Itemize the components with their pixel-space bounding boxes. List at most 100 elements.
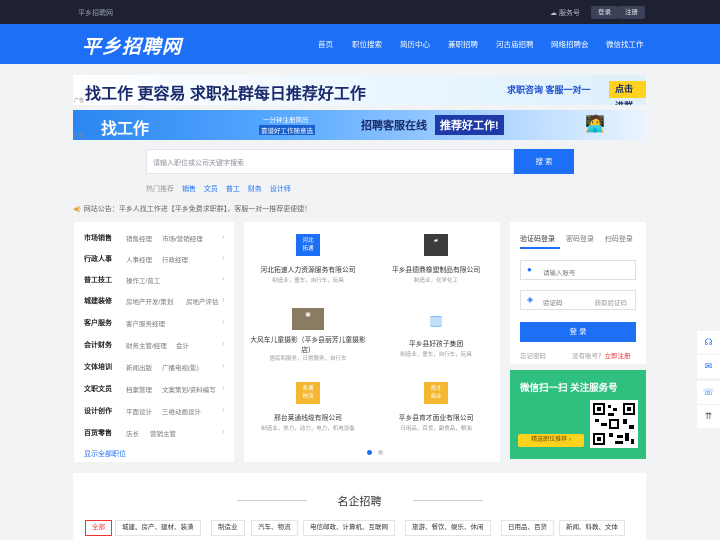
category-row[interactable]: 城建装修 房地产开发/策划 房地产评估 ›: [74, 289, 234, 310]
company-name[interactable]: 平乡县育才面业有限公司: [376, 412, 496, 422]
chevron-right-icon: ›: [222, 317, 225, 326]
code-field[interactable]: ◈ 验证码 获取验证码: [520, 290, 636, 310]
hot-keyword[interactable]: 文员: [204, 186, 218, 193]
company-name[interactable]: 平乡县好孩子集团: [376, 338, 496, 348]
register-now-link[interactable]: 立即注册: [605, 353, 631, 360]
service-account-link[interactable]: ☁ 服务号: [550, 8, 580, 18]
qr-code-icon: [590, 400, 638, 448]
site-logo[interactable]: 平乡招聘网: [82, 32, 182, 59]
forgot-password-link[interactable]: 忘记密码: [520, 350, 546, 360]
category-row[interactable]: 设计创作 平面设计 三维动画设计 ›: [74, 399, 234, 420]
search-button[interactable]: 搜 索: [514, 149, 574, 174]
service-label: 服务号: [558, 10, 580, 17]
category-sub[interactable]: 房地产开发/策划: [126, 296, 173, 306]
nav-job-fair[interactable]: 网络招聘会: [551, 39, 589, 50]
category-sub[interactable]: 平面设计: [126, 406, 152, 416]
carousel-dot[interactable]: [378, 450, 383, 455]
phone-icon[interactable]: ☏: [697, 381, 720, 404]
carousel-dot[interactable]: [367, 450, 372, 455]
category-sub[interactable]: 客户服务经理: [126, 318, 165, 328]
banner-cta[interactable]: 点击进群: [609, 81, 646, 105]
company-card[interactable]: 河北 拓通 河北拓速人力资源服务有限公司 制造业，童车，自行车，玩具: [244, 222, 372, 296]
banner-headline: 找工作 更容易 求职社群每日推荐好工作: [85, 86, 366, 103]
register-button[interactable]: 注册: [618, 6, 645, 19]
company-tags: 日用品，百货，副食品，粮油: [400, 426, 472, 432]
nav-part-time[interactable]: 兼职招聘: [448, 39, 478, 50]
login-button[interactable]: 登录: [591, 6, 618, 19]
tab-password-login[interactable]: 密码登录: [566, 236, 594, 243]
chevron-right-icon: ›: [222, 232, 225, 241]
login-submit-button[interactable]: 登 录: [520, 322, 636, 342]
banner2-headline: 找工作: [101, 121, 150, 138]
tab-code-login[interactable]: 验证码登录: [520, 236, 555, 243]
industry-filter[interactable]: 汽车、物流: [251, 520, 298, 536]
industry-filter[interactable]: 制造业: [211, 520, 245, 536]
company-name[interactable]: 邢台莱通线缆有限公司: [248, 412, 368, 422]
category-sub[interactable]: 市场/营销经理: [162, 233, 203, 243]
company-card[interactable]: ▥ 平乡县好孩子集团 制造业，童车，自行车，玩具: [372, 296, 500, 370]
hot-keyword[interactable]: 设计师: [270, 186, 291, 193]
industry-filter-all[interactable]: 全部: [85, 520, 112, 536]
category-sub[interactable]: 文案策划/资料编写: [162, 384, 216, 394]
category-row[interactable]: 会计财务 财务主管/经理 会计 ›: [74, 333, 234, 354]
category-title: 会计财务: [84, 342, 112, 349]
banner2-sub1: 一分钟注册简历: [263, 117, 309, 124]
category-sub[interactable]: 财务主管/经理: [126, 340, 167, 350]
nav-hegumiao[interactable]: 河古庙招聘: [496, 39, 534, 50]
account-field[interactable]: ● 请输入账号: [520, 260, 636, 280]
category-sub[interactable]: 房地产评估: [186, 296, 219, 306]
company-name[interactable]: 大风车儿童摄影（平乡县丽芳儿童摄影店）: [248, 334, 368, 354]
company-name[interactable]: 平乡县德鼎橡塑制品有限公司: [376, 264, 496, 274]
category-row[interactable]: 文体培训 新闻出版 广播电视(影) ›: [74, 355, 234, 376]
wechat-icon[interactable]: ✉: [697, 355, 720, 378]
category-sub[interactable]: 三维动画设计: [162, 406, 201, 416]
category-row[interactable]: 文职文员 档案管理 文案策划/资料编写 ›: [74, 377, 234, 398]
category-sub[interactable]: 销售经理: [126, 233, 152, 243]
category-sub[interactable]: 会计: [176, 340, 189, 350]
company-name[interactable]: 河北拓速人力资源服务有限公司: [248, 264, 368, 274]
back-to-top-icon[interactable]: ⇈: [697, 405, 720, 428]
category-sub[interactable]: 档案管理: [126, 384, 152, 394]
hot-keyword[interactable]: 销售: [182, 186, 196, 193]
industry-filter[interactable]: 电信邮政、计算机、互联网: [303, 520, 395, 536]
search-input[interactable]: 请输入职位或公司关键字搜索: [146, 149, 514, 174]
ad-banner-service[interactable]: 找工作 一分钟注册简历 靠谱好工作随意选 招聘客服在线 推荐好工作! 🧑‍💻 广…: [73, 110, 646, 140]
category-sub[interactable]: 人事经理: [126, 254, 152, 264]
nav-job-search[interactable]: 职位搜索: [352, 39, 382, 50]
nav-wechat-jobs[interactable]: 微信找工作: [606, 39, 644, 50]
category-sub[interactable]: 店长: [126, 428, 139, 438]
tab-qr-login[interactable]: 扫码登录: [605, 236, 633, 243]
industry-filter[interactable]: 旅游、餐饮、娱乐、休闲: [405, 520, 491, 536]
category-row[interactable]: 百货零售 店长 营销主管 ›: [74, 421, 234, 442]
company-card[interactable]: ▰ 平乡县德鼎橡塑制品有限公司 制造业，化学化工: [372, 222, 500, 296]
wechat-promo[interactable]: 微信扫一扫 关注服务号 精选职位推荐 ›: [510, 370, 646, 459]
company-card[interactable]: ▣ 大风车儿童摄影（平乡县丽芳儿童摄影店） 居民和服务，日常服务，自行车: [244, 296, 372, 370]
building-icon: ▥: [424, 308, 448, 330]
notice-text[interactable]: 网站公告：平乡人找工作进【平乡免费求职群】，客服一对一推荐更便捷！: [84, 206, 312, 213]
featured-jobs-button[interactable]: 精选职位推荐 ›: [518, 434, 584, 447]
hot-keyword[interactable]: 普工: [226, 186, 240, 193]
category-row[interactable]: 客户服务 客户服务经理 ›: [74, 311, 234, 332]
category-sub[interactable]: 广播电视(影): [162, 362, 199, 372]
category-row[interactable]: 普工技工 操作工/普工 ›: [74, 268, 234, 289]
get-code-button[interactable]: 获取验证码: [595, 297, 628, 307]
nav-resume-center[interactable]: 简历中心: [400, 39, 430, 50]
company-card[interactable]: 育才 商业 平乡县育才面业有限公司 日用品，百货，副食品，粮油: [372, 370, 500, 444]
ad-banner-community[interactable]: 找工作 更容易 求职社群每日推荐好工作 求职咨询 客服一对一 点击进群 广告: [73, 75, 646, 105]
company-card[interactable]: 系通 物流 邢台莱通线缆有限公司 制造业，热力，动力，电力，机电设备: [244, 370, 372, 444]
industry-filter[interactable]: 日用品、百货: [501, 520, 554, 536]
industry-filter[interactable]: 城建、房产、建材、装潢: [115, 520, 201, 536]
nav-home[interactable]: 首页: [318, 39, 333, 50]
category-sub[interactable]: 行政经理: [162, 254, 188, 264]
headset-icon[interactable]: ☊: [697, 331, 720, 354]
show-all-jobs-link[interactable]: 显示全部职位: [84, 449, 126, 459]
category-sub[interactable]: 营销主管: [150, 428, 176, 438]
category-sub[interactable]: 操作工/普工: [126, 275, 160, 285]
featured-companies: 河北 拓通 河北拓速人力资源服务有限公司 制造业，童车，自行车，玩具 ▰ 平乡县德…: [244, 222, 500, 462]
category-row[interactable]: 行政人事 人事经理 行政经理 ›: [74, 247, 234, 268]
hot-keyword[interactable]: 财务: [248, 186, 262, 193]
category-row[interactable]: 市场销售 销售经理 市场/营销经理 ›: [74, 226, 234, 247]
industry-filter[interactable]: 新闻、科教、文体: [559, 520, 625, 536]
code-placeholder: 验证码: [543, 300, 563, 307]
category-sub[interactable]: 新闻出版: [126, 362, 152, 372]
